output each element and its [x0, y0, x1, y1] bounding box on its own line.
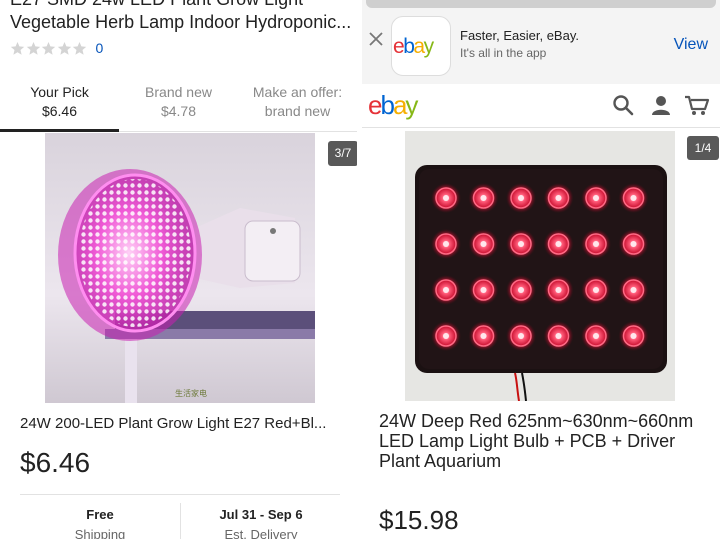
shipping-info: Free Shipping — [20, 505, 180, 539]
led-panel-photo — [405, 131, 675, 401]
price-option-brand-new[interactable]: Brand new $4.78 — [119, 78, 238, 131]
item-price: $6.46 — [20, 447, 91, 478]
red-led — [543, 183, 574, 213]
red-led — [431, 275, 461, 305]
empty-star-icon — [41, 41, 56, 55]
view-app-button[interactable]: View — [674, 36, 708, 54]
price-options: Your Pick $6.46 Brand new $4.78 Make an … — [0, 78, 357, 132]
banner-subtitle: It's all in the app — [460, 46, 547, 60]
image-watermark: 生活家电 — [175, 388, 207, 398]
browser-url-bar[interactable] — [366, 0, 716, 8]
price-option-label: Make an offer: — [252, 84, 343, 100]
empty-star-icon — [10, 41, 25, 55]
red-led — [506, 183, 536, 213]
image-counter: 3/7 — [328, 141, 357, 166]
svg-text:ebay: ebay — [393, 35, 435, 58]
cart-icon[interactable] — [684, 94, 710, 116]
listing-title-line-1: E27 SMD 24w LED Plant Grow Light — [10, 0, 355, 11]
item-name[interactable]: 24W 200-LED Plant Grow Light E27 Red+Bl.… — [20, 415, 350, 432]
ebay-logo: ebay — [393, 35, 436, 58]
app-banner: ebay Faster, Easier, eBay. It's all in t… — [362, 0, 720, 84]
red-led — [618, 183, 649, 213]
price-option-value: $4.78 — [160, 103, 197, 119]
search-icon[interactable] — [612, 94, 634, 116]
divider — [20, 494, 340, 495]
red-led — [581, 275, 611, 305]
red-led — [618, 275, 649, 305]
listing-title: E27 SMD 24w LED Plant Grow Light Vegetab… — [10, 0, 355, 34]
right-listing-pane: ebay Faster, Easier, eBay. It's all in t… — [362, 0, 720, 539]
price-option-your-pick[interactable]: Your Pick $6.46 — [0, 78, 119, 132]
price-option-label: Your Pick — [30, 84, 89, 100]
account-icon[interactable] — [650, 94, 672, 116]
product-image-red-led-panel[interactable] — [405, 131, 675, 401]
red-led — [581, 183, 611, 213]
red-led — [468, 321, 499, 351]
price-option-value: brand new — [264, 103, 331, 119]
ebay-app-icon[interactable]: ebay — [391, 16, 451, 76]
site-header: ebay — [362, 84, 720, 128]
item-name[interactable]: 24W Deep Red 625nm~630nm~660nm LED Lamp … — [379, 411, 709, 471]
star-rating — [10, 41, 88, 56]
rating-count[interactable]: 0 — [96, 40, 104, 56]
red-led — [506, 275, 536, 305]
red-led — [506, 321, 536, 351]
empty-star-icon — [26, 41, 40, 55]
shipping-label: Shipping — [74, 527, 126, 539]
left-listing-pane: E27 SMD 24w LED Plant Grow Light Vegetab… — [0, 0, 357, 539]
red-led — [431, 229, 461, 259]
red-led — [543, 229, 574, 259]
image-counter: 1/4 — [687, 136, 719, 160]
red-led — [431, 321, 461, 351]
empty-star-icon — [72, 41, 87, 55]
empty-star-icon — [57, 41, 71, 55]
red-led — [581, 321, 611, 351]
price-option-value: $6.46 — [41, 103, 78, 119]
red-led — [543, 275, 574, 305]
red-led — [506, 229, 536, 259]
red-led — [431, 183, 461, 213]
delivery-info: Jul 31 - Sep 6 Est. Delivery — [181, 505, 341, 539]
red-led — [618, 321, 649, 351]
price-option-label: Brand new — [145, 84, 212, 100]
red-led — [618, 229, 649, 259]
banner-title: Faster, Easier, eBay. — [460, 28, 579, 43]
red-led — [543, 321, 574, 351]
shipping-value: Free — [86, 507, 114, 522]
red-led — [581, 229, 611, 259]
red-led — [468, 183, 499, 213]
product-image-grow-light[interactable]: 生活家电 — [45, 133, 315, 403]
price-option-make-offer[interactable]: Make an offer: brand new — [238, 78, 357, 131]
ebay-logo[interactable]: ebay — [368, 90, 438, 120]
item-price: $15.98 — [379, 505, 459, 535]
delivery-label: Est. Delivery — [224, 527, 298, 539]
delivery-value: Jul 31 - Sep 6 — [219, 507, 303, 522]
rating-row[interactable]: 0 — [10, 40, 103, 56]
svg-text:ebay: ebay — [368, 90, 418, 120]
red-led — [468, 229, 499, 259]
listing-title-line-2: Vegetable Herb Lamp Indoor Hydroponic... — [10, 12, 352, 32]
grow-light-photo: 生活家电 — [45, 133, 315, 403]
red-led — [468, 275, 499, 305]
close-icon[interactable] — [368, 31, 384, 47]
